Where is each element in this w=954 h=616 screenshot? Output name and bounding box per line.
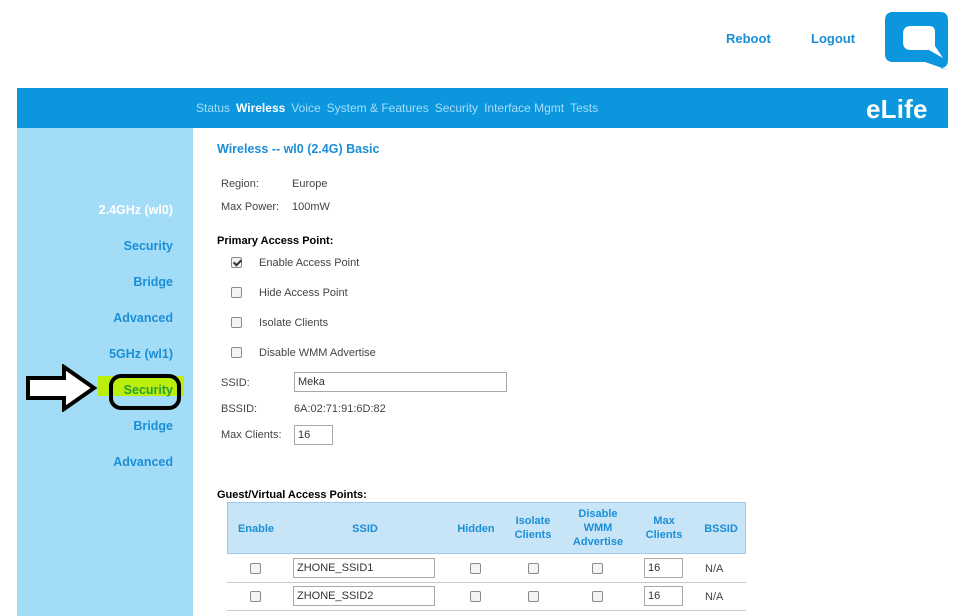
disable-wmm-label: Disable WMM Advertise — [259, 347, 376, 359]
row2-max-clients-input[interactable] — [644, 586, 683, 606]
row1-isolate-checkbox[interactable] — [528, 563, 539, 574]
nav-system-features[interactable]: System & Features — [327, 101, 429, 115]
nav-tests[interactable]: Tests — [570, 101, 598, 115]
row2-ssid-input[interactable] — [293, 586, 435, 606]
max-power-value: 100mW — [292, 201, 330, 213]
hide-ap-checkbox[interactable] — [231, 287, 242, 298]
hide-ap-label: Hide Access Point — [259, 287, 348, 299]
row2-enable-checkbox[interactable] — [250, 591, 261, 602]
col-max-clients: Max Clients — [645, 515, 683, 541]
main-nav: Status Wireless Voice System & Features Secu… — [196, 101, 604, 115]
sidebar-item-5ghz[interactable]: 5GHz (wl1) — [109, 347, 173, 361]
row1-disable-wmm-checkbox[interactable] — [592, 563, 603, 574]
bssid-label: BSSID: — [221, 403, 258, 415]
row1-enable-checkbox[interactable] — [250, 563, 261, 574]
row1-ssid-input[interactable] — [293, 558, 435, 578]
sidebar-item-security-wl0[interactable]: Security — [124, 239, 173, 253]
ssid-input[interactable] — [294, 372, 507, 392]
guest-ap-heading: Guest/Virtual Access Points: — [217, 489, 367, 501]
row2-isolate-checkbox[interactable] — [528, 591, 539, 602]
isolate-clients-label: Isolate Clients — [259, 317, 329, 329]
nav-status[interactable]: Status — [196, 101, 230, 115]
sidebar-item-advanced-wl1[interactable]: Advanced — [113, 455, 173, 469]
sidebar-item-bridge-wl0[interactable]: Bridge — [133, 275, 173, 289]
enable-ap-checkbox[interactable] — [231, 257, 242, 268]
row2-bssid: N/A — [705, 591, 724, 603]
logout-link[interactable]: Logout — [811, 31, 855, 46]
brand-logo-icon — [885, 12, 948, 70]
annotation-arrow-icon — [26, 364, 98, 412]
nav-wireless[interactable]: Wireless — [236, 101, 285, 115]
row-divider — [227, 582, 746, 583]
row1-max-clients-input[interactable] — [644, 558, 683, 578]
max-clients-label: Max Clients: — [221, 429, 282, 441]
row1-hidden-checkbox[interactable] — [470, 563, 481, 574]
col-bssid: BSSID — [704, 523, 738, 535]
primary-ap-heading: Primary Access Point: — [217, 235, 334, 247]
region-value: Europe — [292, 178, 328, 190]
row2-hidden-checkbox[interactable] — [470, 591, 481, 602]
bssid-value: 6A:02:71:91:6D:82 — [294, 403, 386, 415]
col-ssid: SSID — [352, 523, 378, 535]
max-power-label: Max Power: — [221, 201, 280, 213]
sidebar-item-bridge-wl1[interactable]: Bridge — [133, 419, 173, 433]
max-clients-input[interactable] — [294, 425, 333, 445]
reboot-link[interactable]: Reboot — [726, 31, 771, 46]
annotation-ring — [109, 374, 181, 410]
disable-wmm-checkbox[interactable] — [231, 347, 242, 358]
nav-interface-mgmt[interactable]: Interface Mgmt — [484, 101, 564, 115]
col-disable-wmm: Disable WMM Advertise — [572, 508, 624, 548]
brand-name: eLife — [866, 94, 928, 124]
row1-bssid: N/A — [705, 563, 724, 575]
page-title: Wireless -- wl0 (2.4G) Basic — [217, 142, 380, 156]
sidebar-item-advanced-wl0[interactable]: Advanced — [113, 311, 173, 325]
isolate-clients-checkbox[interactable] — [231, 317, 242, 328]
ssid-label: SSID: — [221, 377, 250, 389]
col-enable: Enable — [237, 523, 275, 535]
nav-voice[interactable]: Voice — [291, 101, 320, 115]
row2-disable-wmm-checkbox[interactable] — [592, 591, 603, 602]
row-divider — [227, 610, 746, 611]
enable-ap-label: Enable Access Point — [259, 257, 360, 269]
region-label: Region: — [221, 178, 259, 190]
sidebar-item-24ghz[interactable]: 2.4GHz (wl0) — [99, 203, 173, 217]
col-hidden: Hidden — [457, 523, 495, 535]
col-isolate-clients: Isolate Clients — [514, 515, 552, 541]
nav-security[interactable]: Security — [435, 101, 478, 115]
